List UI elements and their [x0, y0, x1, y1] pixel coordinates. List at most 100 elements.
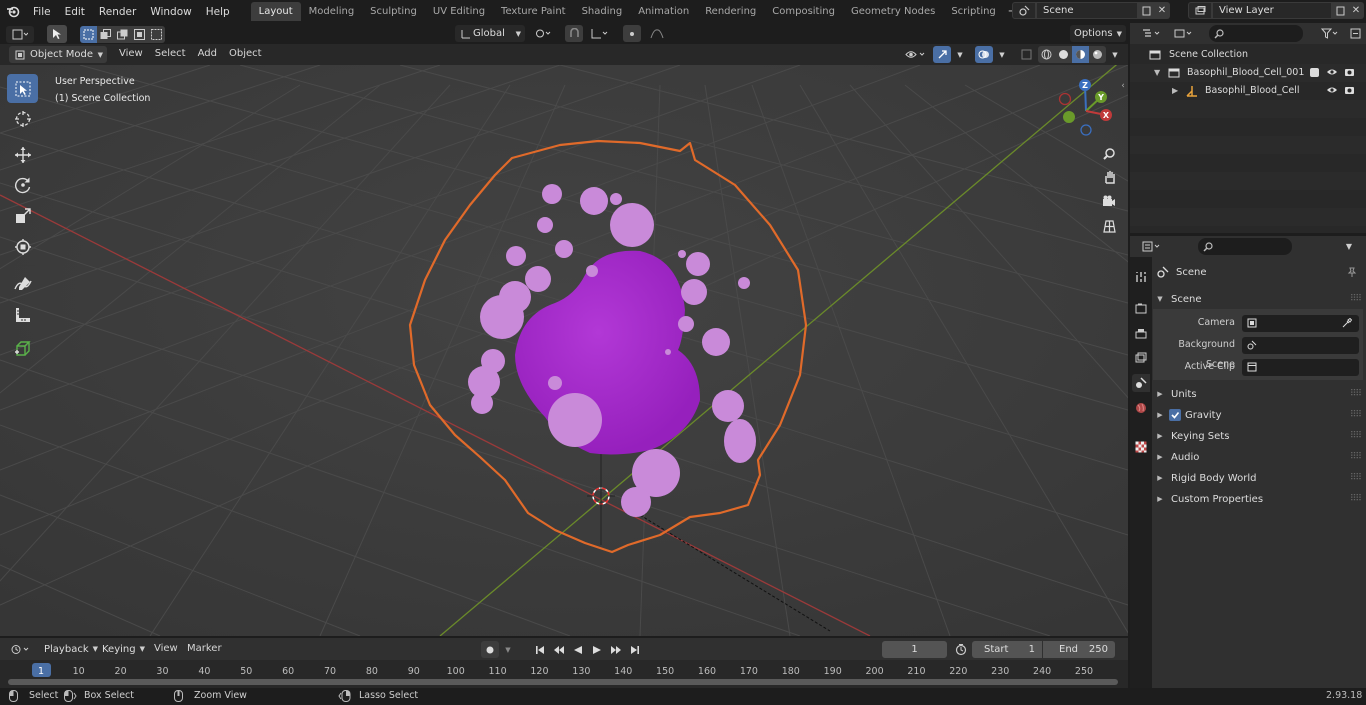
drag-handle-icon[interactable]: ⠿⠿ [1350, 473, 1362, 483]
tab-scripting[interactable]: Scripting [943, 2, 1003, 21]
material-preview-icon[interactable] [1072, 46, 1089, 63]
zoom-icon[interactable] [1098, 142, 1120, 164]
collapse-arrow-icon[interactable]: ▶ [1172, 82, 1178, 100]
menu-edit[interactable]: Edit [58, 2, 92, 22]
outliner-editor-type-icon[interactable] [1138, 25, 1166, 42]
end-frame-field[interactable]: End 250 [1043, 641, 1115, 658]
keying-sets-panel-header[interactable]: ▶ Keying Sets ⠿⠿ [1153, 426, 1363, 446]
eye-icon[interactable] [1326, 85, 1338, 95]
output-tab-icon[interactable] [1132, 324, 1150, 342]
solid-shading-icon[interactable] [1055, 46, 1072, 63]
options-dropdown[interactable]: Options ▼ [1070, 25, 1126, 42]
play-icon[interactable] [588, 641, 605, 658]
current-frame-field[interactable]: 1 [882, 641, 947, 658]
select-tool-icon[interactable] [47, 25, 67, 43]
viewport-menu-view[interactable]: View [113, 45, 149, 63]
select-subtract-icon[interactable] [114, 25, 131, 43]
tool-select-box[interactable] [7, 74, 38, 103]
properties-options-icon[interactable]: ▼ [1340, 238, 1358, 255]
outliner-search-input[interactable] [1209, 25, 1303, 42]
rendered-shading-icon[interactable] [1089, 46, 1106, 63]
perspective-toggle-icon[interactable] [1098, 215, 1120, 237]
tool-annotate[interactable] [7, 269, 38, 298]
start-frame-field[interactable]: Start 1 [972, 641, 1042, 658]
texture-tab-icon[interactable] [1132, 438, 1150, 456]
camera-render-icon[interactable] [1344, 85, 1355, 95]
play-reverse-icon[interactable] [569, 641, 586, 658]
overlays-dropdown-icon[interactable]: ▼ [996, 51, 1008, 59]
tab-layout[interactable]: Layout [250, 2, 301, 21]
snap-target-icon[interactable] [589, 25, 611, 42]
timeline-scrollbar[interactable] [8, 679, 1118, 685]
gravity-checkbox[interactable] [1169, 409, 1181, 421]
select-invert-icon[interactable] [131, 25, 148, 43]
menu-help[interactable]: Help [199, 2, 237, 22]
blender-logo-icon[interactable] [0, 2, 26, 22]
camera-field[interactable] [1242, 315, 1359, 332]
select-new-icon[interactable] [80, 25, 97, 43]
wireframe-shading-icon[interactable] [1038, 46, 1055, 63]
overlays-toggle-icon[interactable] [975, 46, 993, 63]
proportional-falloff-icon[interactable] [647, 25, 667, 42]
view-layer-field[interactable]: View Layer [1212, 2, 1332, 19]
gizmo-dropdown-icon[interactable]: ▼ [954, 51, 966, 59]
new-view-layer-icon[interactable] [1332, 2, 1348, 19]
tab-shading[interactable]: Shading [574, 2, 631, 21]
tool-cursor[interactable] [7, 104, 38, 133]
select-intersect-icon[interactable] [148, 25, 165, 43]
gizmo-toggle-icon[interactable] [933, 46, 951, 63]
jump-to-end-icon[interactable] [626, 641, 643, 658]
tab-sculpting[interactable]: Sculpting [362, 2, 425, 21]
tool-add-cube[interactable] [7, 334, 38, 363]
scene-name-field[interactable]: Scene [1036, 2, 1138, 19]
tab-geometry-nodes[interactable]: Geometry Nodes [843, 2, 943, 21]
tab-texture-paint[interactable]: Texture Paint [493, 2, 574, 21]
delete-scene-icon[interactable]: ✕ [1154, 2, 1170, 19]
view-layer-selector[interactable]: View Layer ✕ [1188, 2, 1364, 19]
scene-tab-icon[interactable] [1132, 374, 1150, 392]
tool-move[interactable] [7, 140, 38, 169]
transform-orientation-dropdown[interactable]: Global ▼ [455, 25, 525, 42]
gravity-panel-header[interactable]: ▶ Gravity ⠿⠿ [1153, 405, 1363, 425]
navigation-gizmo[interactable]: Z Y X [1054, 77, 1118, 141]
eye-icon[interactable] [1326, 67, 1338, 77]
tool-scale[interactable] [7, 201, 38, 230]
xray-toggle-icon[interactable] [1017, 46, 1035, 63]
pivot-point-icon[interactable] [531, 25, 559, 42]
drag-handle-icon[interactable]: ⠿⠿ [1350, 389, 1362, 399]
record-icon[interactable] [481, 641, 499, 658]
properties-search-input[interactable] [1198, 238, 1292, 255]
timeline-editor-type-icon[interactable] [7, 641, 35, 658]
rigid-body-world-panel-header[interactable]: ▶ Rigid Body World ⠿⠿ [1153, 468, 1363, 488]
jump-to-start-icon[interactable] [531, 641, 548, 658]
pin-icon[interactable] [1347, 267, 1357, 277]
camera-view-icon[interactable] [1098, 190, 1120, 212]
world-tab-icon[interactable] [1132, 399, 1150, 417]
menu-window[interactable]: Window [143, 2, 198, 22]
timeline-menu-marker[interactable]: Marker [181, 640, 228, 658]
drag-handle-icon[interactable]: ⠿⠿ [1350, 494, 1362, 504]
visibility-filter-icon[interactable] [902, 46, 930, 63]
background-scene-field[interactable] [1242, 337, 1359, 354]
drag-handle-icon[interactable]: ⠿⠿ [1350, 452, 1362, 462]
drag-handle-icon[interactable]: ⠿⠿ [1350, 431, 1362, 441]
properties-editor-type-icon[interactable] [1138, 238, 1166, 255]
tool-rotate[interactable] [7, 170, 38, 199]
proportional-edit-icon[interactable] [623, 25, 641, 42]
filter-icon[interactable] [1318, 25, 1342, 42]
custom-properties-panel-header[interactable]: ▶ Custom Properties ⠿⠿ [1153, 489, 1363, 509]
tool-measure[interactable] [7, 300, 38, 329]
outliner-row-object[interactable]: ▼ Basophil_Blood_Cell_001 [1130, 64, 1366, 82]
jump-to-keyframe-back-icon[interactable] [550, 641, 567, 658]
exclude-checkbox[interactable] [1310, 68, 1319, 77]
outliner-row-scene-collection[interactable]: Scene Collection [1130, 46, 1366, 64]
scene-selector[interactable]: Scene ✕ [1012, 2, 1170, 19]
display-mode-icon[interactable] [1170, 25, 1198, 42]
viewport-menu-select[interactable]: Select [149, 45, 192, 63]
new-scene-icon[interactable] [1138, 2, 1154, 19]
select-extend-icon[interactable] [97, 25, 114, 43]
preview-range-icon[interactable] [952, 641, 970, 658]
viewport-menu-add[interactable]: Add [192, 45, 223, 63]
menu-render[interactable]: Render [92, 2, 143, 22]
playback-dropdown[interactable]: Playback ▼ [40, 640, 102, 658]
